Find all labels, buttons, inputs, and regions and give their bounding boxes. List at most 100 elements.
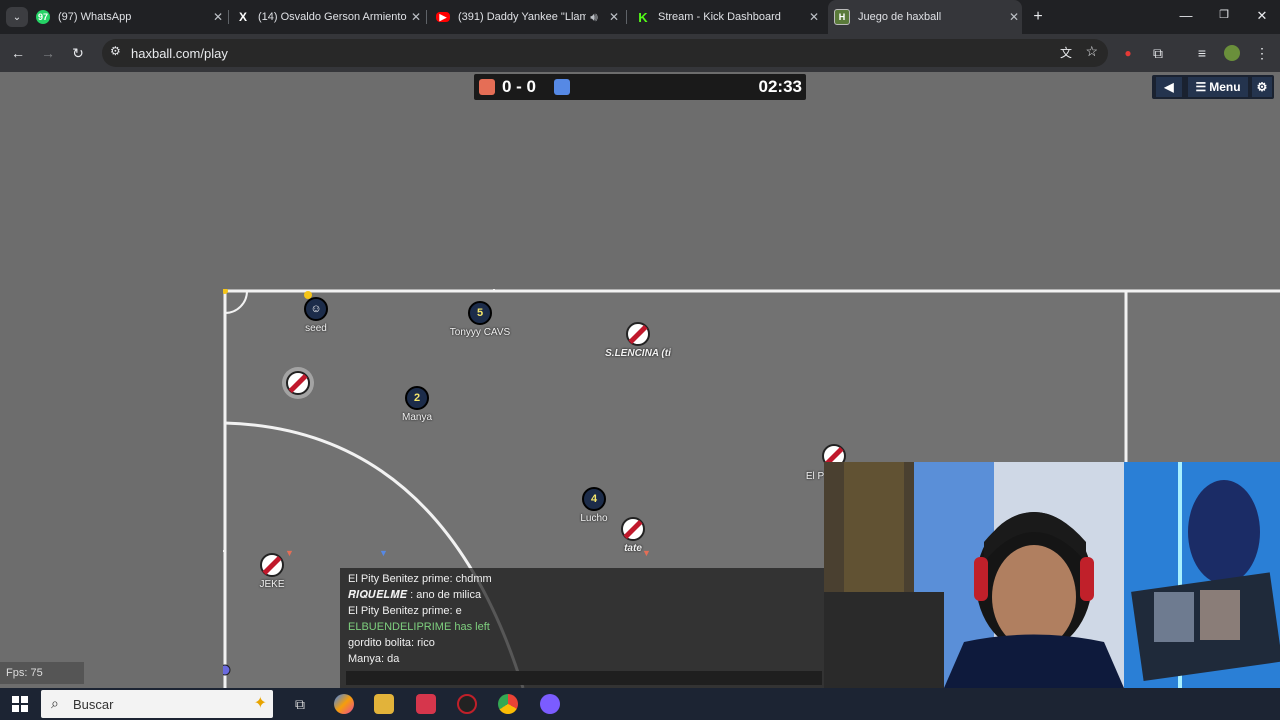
menu-button[interactable]: ☰ Menu — [1188, 77, 1248, 97]
search-label: Buscar — [73, 697, 114, 712]
minimize-icon[interactable]: — — [1176, 8, 1196, 23]
player-name: tate — [624, 543, 642, 554]
audio-toggle-icon[interactable]: ◀ — [1156, 77, 1182, 97]
browser-tab-strip: ⌄ 97 (97) WhatsApp ✕ X (14) Osvaldo Gers… — [0, 0, 1280, 34]
site-settings-icon[interactable]: ⚙︎ — [110, 44, 121, 58]
player-disc: 4 — [582, 487, 606, 511]
url-text[interactable]: haxball.com/play — [131, 46, 228, 61]
haxball-page: 0 - 0 02:33 ◀ ☰ Menu ⚙︎ ☺ seed 5 Tonyyy … — [0, 72, 1280, 688]
tab-search-icon[interactable]: ⌄ — [6, 7, 28, 27]
chat-message: gordito bolita: rico — [348, 637, 435, 649]
fps-counter: Fps: 75 — [0, 662, 84, 684]
close-tab-icon[interactable]: ✕ — [606, 10, 622, 24]
translate-icon[interactable]: 文 — [1060, 44, 1072, 61]
windows-taskbar: ⌕ Buscar ✦ ⧉ — [0, 688, 1280, 720]
scoreboard: 0 - 0 02:33 — [474, 74, 806, 100]
webcam-overlay — [824, 462, 1280, 688]
tab-haxball[interactable]: H Juego de haxball ✕ — [828, 0, 1022, 34]
app-icon[interactable] — [540, 694, 560, 714]
red-marker-icon: ▼ — [285, 548, 294, 558]
restore-icon[interactable]: ❐ — [1214, 8, 1234, 21]
haxball-icon: H — [834, 9, 850, 25]
x-logo-icon: X — [238, 10, 247, 24]
player-name: seed — [305, 323, 327, 334]
bookmark-star-icon[interactable]: ☆ — [1085, 43, 1098, 60]
back-icon[interactable]: ← — [8, 43, 28, 63]
copilot-icon[interactable] — [334, 694, 354, 714]
player-disc — [260, 553, 284, 577]
player-disc: 5 — [468, 301, 492, 325]
player-name: JEKE — [259, 579, 285, 590]
close-tab-icon[interactable]: ✕ — [806, 10, 822, 24]
hamburger-icon: ☰ — [1195, 80, 1207, 94]
more-menu-icon[interactable]: ⋮ — [1252, 43, 1272, 63]
address-bar[interactable]: ⚙︎ haxball.com/play 文 ☆ — [102, 39, 1108, 67]
app-icon[interactable] — [457, 694, 477, 714]
tab-title: (97) WhatsApp — [58, 11, 132, 23]
player-name: El P — [805, 471, 825, 482]
tab-separator — [228, 10, 229, 24]
red-marker-icon: ▼ — [642, 548, 651, 558]
windows-start-icon[interactable] — [12, 696, 28, 712]
blue-team-square — [554, 79, 570, 95]
tab-kick-dashboard[interactable]: K Stream - Kick Dashboard ✕ — [636, 0, 822, 34]
chrome-icon[interactable] — [498, 694, 518, 714]
menu-label: Menu — [1209, 80, 1241, 94]
browser-toolbar: ← → ↻ ⚙︎ haxball.com/play 文 ☆ ● ⧉ ≡ ⋮ — [0, 34, 1280, 72]
player-disc: 2 — [405, 386, 429, 410]
player-disc — [621, 517, 645, 541]
forward-icon[interactable]: → — [38, 43, 58, 63]
chat-message: Manya: da — [348, 653, 400, 665]
app-icon[interactable] — [416, 694, 436, 714]
player-name: Lucho — [580, 513, 608, 524]
settings-gear-icon[interactable]: ⚙︎ — [1252, 77, 1272, 97]
ball — [304, 291, 312, 299]
kick-logo-icon: K — [638, 9, 648, 25]
blue-marker-icon: ▼ — [379, 548, 388, 558]
chat-system-message: ELBUENDELIPRIME has left — [348, 621, 490, 633]
speaker-icon[interactable]: 🔊︎ — [586, 10, 602, 25]
tab-title: Juego de haxball — [858, 11, 942, 23]
chat-message: 𝑹𝑰𝑸𝑼𝑬𝑳𝑴𝑬 : ano de milica — [348, 589, 482, 601]
whatsapp-icon: 97 — [36, 10, 50, 24]
chat-message: El Pity Benitez prime: chdmm — [348, 573, 492, 585]
close-tab-icon[interactable]: ✕ — [210, 10, 226, 24]
chat-message: El Pity Benitez prime: e — [348, 605, 462, 617]
game-controls: ◀ ☰ Menu ⚙︎ — [1152, 75, 1274, 99]
taskbar-search-box[interactable]: ⌕ Buscar ✦ — [41, 690, 273, 718]
webcam-picture — [824, 462, 1280, 688]
player-disc: ☺ — [304, 297, 328, 321]
file-explorer-icon[interactable] — [374, 694, 394, 714]
chat-box: El Pity Benitez prime: chdmm 𝑹𝑰𝑸𝑼𝑬𝑳𝑴𝑬 : … — [340, 568, 824, 688]
extension-icon[interactable]: ● — [1118, 43, 1138, 63]
search-icon: ⌕ — [51, 695, 59, 711]
close-tab-icon[interactable]: ✕ — [1006, 10, 1022, 24]
red-team-square — [479, 79, 495, 95]
tab-title: Stream - Kick Dashboard — [658, 11, 781, 23]
player-name: Manya — [401, 412, 433, 423]
tab-separator — [426, 10, 427, 24]
youtube-icon: ▶ — [436, 12, 450, 22]
profile-avatar[interactable] — [1222, 43, 1242, 63]
reload-icon[interactable]: ↻ — [68, 43, 88, 63]
player-name: Tonyyy CAVS — [449, 327, 511, 338]
game-timer: 02:33 — [758, 77, 802, 96]
tab-youtube[interactable]: ▶ (391) Daddy Yankee "Llamad 🔊︎ ✕ — [436, 0, 622, 34]
close-tab-icon[interactable]: ✕ — [408, 10, 424, 24]
player-disc-self — [286, 371, 310, 395]
copilot-sparkle-icon: ✦ — [253, 695, 267, 712]
tab-title: (14) Osvaldo Gerson Armiento — [258, 11, 407, 23]
media-control-icon[interactable]: ≡ — [1192, 43, 1212, 63]
tab-whatsapp[interactable]: 97 (97) WhatsApp ✕ — [36, 0, 226, 34]
tab-separator — [626, 10, 627, 24]
tab-title: (391) Daddy Yankee "Llamad — [458, 11, 586, 23]
score-text: 0 - 0 — [502, 77, 537, 96]
tab-x-profile[interactable]: X (14) Osvaldo Gerson Armiento ✕ — [236, 0, 424, 34]
chat-input[interactable] — [346, 671, 822, 685]
task-view-icon[interactable]: ⧉ — [290, 694, 310, 714]
player-name: S.LENCINA (ti — [605, 348, 671, 359]
close-window-icon[interactable]: ✕ — [1252, 8, 1272, 24]
new-tab-icon[interactable]: + — [1028, 8, 1048, 26]
player-disc — [626, 322, 650, 346]
extensions-puzzle-icon[interactable]: ⧉ — [1148, 43, 1168, 63]
